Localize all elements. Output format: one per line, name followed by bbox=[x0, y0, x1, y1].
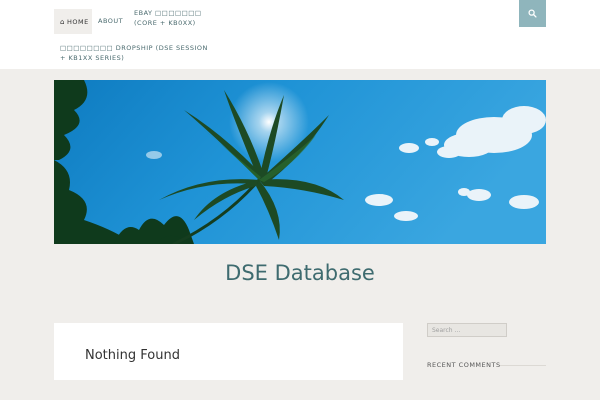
page-heading: Nothing Found bbox=[85, 348, 180, 363]
search-toggle-button[interactable] bbox=[519, 0, 546, 27]
nav-item-ebay[interactable]: eBay □□□□□□□ (Core + KB0xx) bbox=[134, 8, 226, 28]
nav-home-label: Home bbox=[66, 18, 89, 26]
nav-item-home[interactable]: ⌂ Home bbox=[54, 9, 92, 34]
widget-divider bbox=[500, 365, 546, 366]
recent-comments-heading: Recent Comments bbox=[427, 361, 501, 369]
site-title[interactable]: DSE Database bbox=[0, 261, 600, 285]
sidebar-search-input[interactable] bbox=[427, 323, 507, 337]
home-icon: ⌂ bbox=[60, 18, 65, 26]
search-icon bbox=[528, 9, 537, 18]
nav-item-about[interactable]: About bbox=[98, 16, 123, 26]
header-image bbox=[54, 80, 546, 244]
nav-item-dropship[interactable]: □□□□□□□□ Dropship (DSE Session + KB1xx S… bbox=[60, 43, 210, 63]
top-navigation-bar: ⌂ Home About eBay □□□□□□□ (Core + KB0xx) … bbox=[0, 0, 600, 69]
main-content: Nothing Found bbox=[54, 323, 403, 380]
